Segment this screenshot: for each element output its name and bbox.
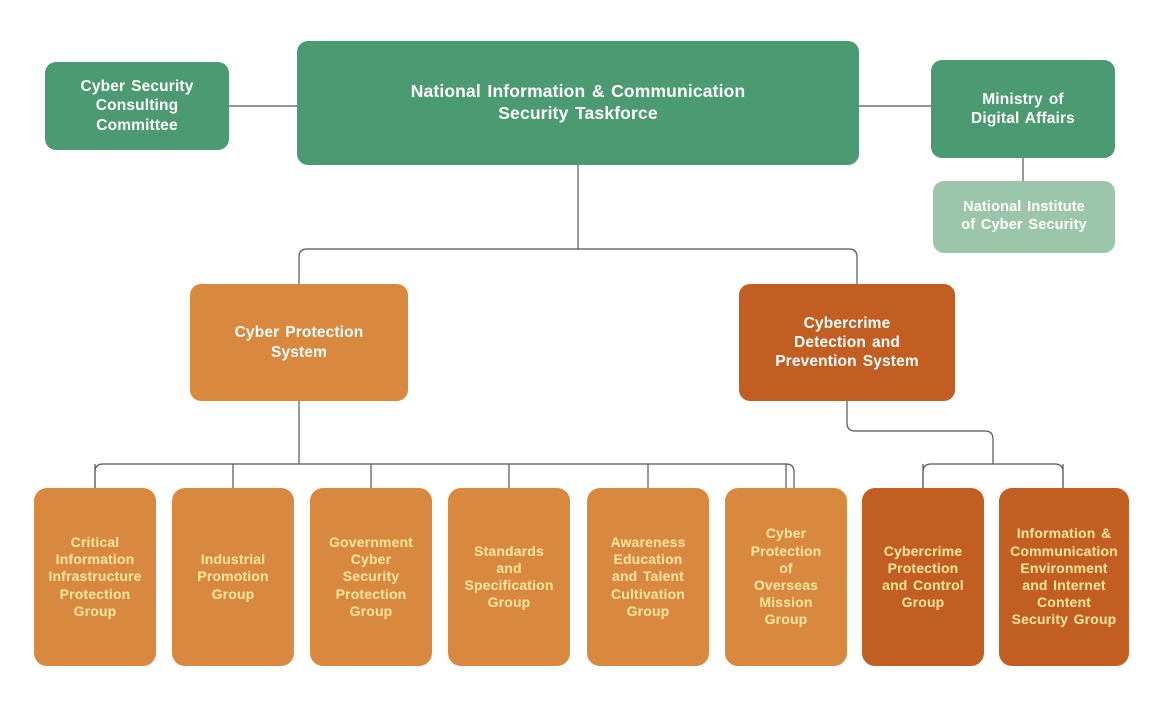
node-cyber-protection-of-overseas-mission-group[interactable]: Cyber Protection of Overseas Mission Gro… xyxy=(725,488,847,666)
node-standards-and-specification-group[interactable]: Standards and Specification Group xyxy=(448,488,570,666)
node-cybercrime-protection-and-control-group[interactable]: Cybercrime Protection and Control Group xyxy=(862,488,984,666)
link-bus-leaves-left xyxy=(94,463,795,488)
node-label: Government Cyber Security Protection Gro… xyxy=(329,533,413,619)
node-cyber-protection-system[interactable]: Cyber Protection System xyxy=(190,284,408,401)
link-bus-systems xyxy=(298,248,858,284)
node-cybercrime-detection-and-prevention-system[interactable]: Cybercrime Detection and Prevention Syst… xyxy=(739,284,955,401)
node-label: Awareness Education and Talent Cultivati… xyxy=(610,533,686,619)
node-industrial-promotion-group[interactable]: Industrial Promotion Group xyxy=(172,488,294,666)
node-label: Cyber Protection System xyxy=(234,324,364,361)
node-awareness-education-and-talent-cultivation-group[interactable]: Awareness Education and Talent Cultivati… xyxy=(587,488,709,666)
node-label: National Institute of Cyber Security xyxy=(961,199,1087,233)
node-government-cyber-security-protection-group[interactable]: Government Cyber Security Protection Gro… xyxy=(310,488,432,666)
link-bus-leaves-right xyxy=(922,463,1064,488)
node-label: Standards and Specification Group xyxy=(464,542,554,611)
org-chart: Cyber Security Consulting Committee Nati… xyxy=(0,0,1169,715)
node-label: Industrial Promotion Group xyxy=(197,551,269,602)
node-cyber-security-consulting-committee[interactable]: Cyber Security Consulting Committee xyxy=(45,62,229,150)
node-label: National Information & Communication Sec… xyxy=(410,81,746,123)
node-label: Cyber Protection of Overseas Mission Gro… xyxy=(750,525,822,628)
node-critical-information-infrastructure-protection-group[interactable]: Critical Information Infrastructure Prot… xyxy=(34,488,156,666)
node-ministry-of-digital-affairs[interactable]: Ministry of Digital Affairs xyxy=(931,60,1115,158)
node-label: Cybercrime Protection and Control Group xyxy=(882,542,964,611)
node-label: Critical Information Infrastructure Prot… xyxy=(48,533,142,619)
node-national-information-communication-security-taskforce[interactable]: National Information & Communication Sec… xyxy=(297,41,859,165)
node-label: Ministry of Digital Affairs xyxy=(971,90,1075,127)
link-cdps-dogleg xyxy=(846,401,994,464)
node-label: Information & Communication Environment … xyxy=(1010,525,1118,628)
node-information-communication-environment-and-internet-content-security-group[interactable]: Information & Communication Environment … xyxy=(999,488,1129,666)
node-national-institute-of-cyber-security[interactable]: National Institute of Cyber Security xyxy=(933,181,1115,253)
node-label: Cyber Security Consulting Committee xyxy=(80,78,194,134)
node-label: Cybercrime Detection and Prevention Syst… xyxy=(775,314,919,371)
